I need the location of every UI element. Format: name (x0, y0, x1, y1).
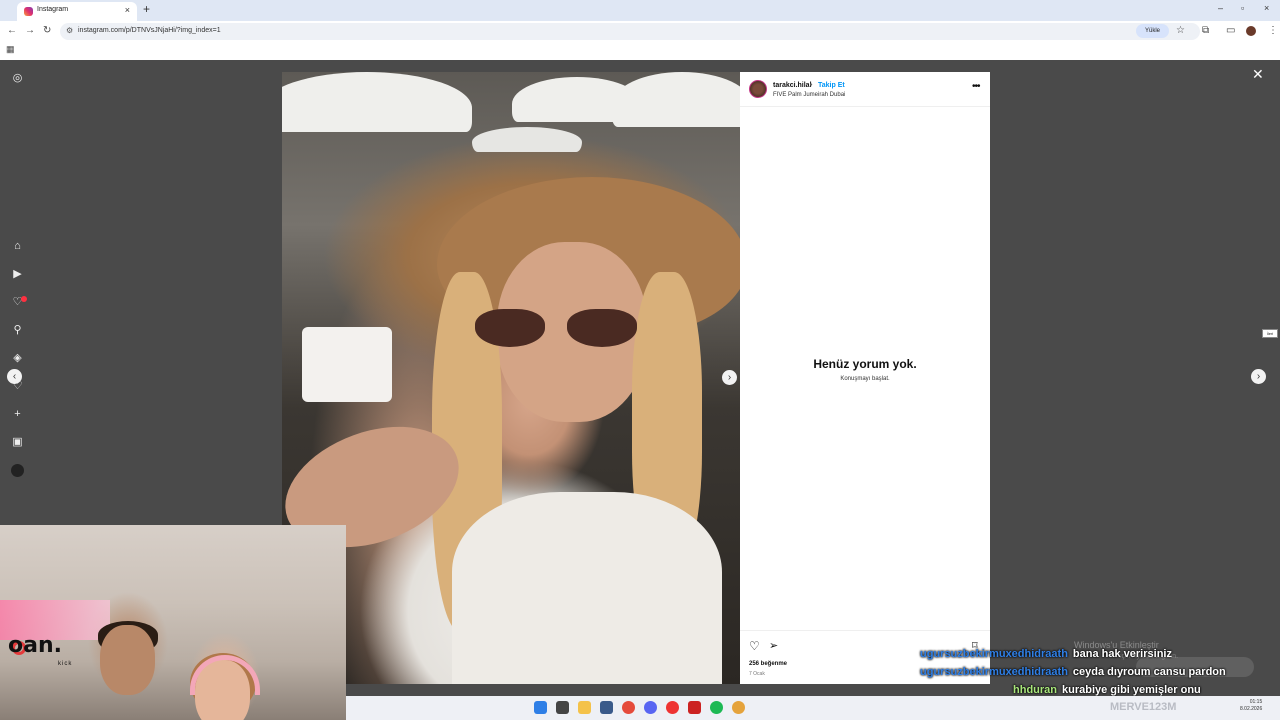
tab-title: Instagram (37, 6, 69, 13)
post-header: tarakci.hilal • Takip Et FIVE Palm Jumei… (740, 72, 990, 107)
site-info-icon[interactable]: ⚙ (66, 26, 73, 35)
share-icon[interactable]: ➢ (769, 639, 778, 652)
chat-message: ugursuzbekirmuxedhidraath ceyda dıyroum c… (920, 666, 1226, 678)
follow-button[interactable]: Takip Et (818, 82, 845, 89)
sidepanel-icon[interactable]: ▭ (1226, 25, 1235, 36)
browser-tab-bar: Instagram × + – ▫ × (0, 0, 1280, 21)
chat-text: kurabiye gibi yemişler onu (1062, 684, 1201, 696)
app-icon[interactable] (600, 701, 613, 714)
close-window-button[interactable]: × (1264, 3, 1269, 13)
clock[interactable]: 01:15 8.02.2026 (1240, 699, 1262, 713)
more-options-icon[interactable]: ••• (972, 81, 980, 92)
next-image-button[interactable]: › (722, 370, 737, 385)
reels-icon[interactable]: ▶ (11, 268, 24, 281)
chat-username: ugursuzbekirmuxedhidraath (920, 666, 1068, 678)
url-field[interactable]: ⚙ instagram.com/p/DTNVsJNjaHi/?img_index… (60, 23, 1200, 40)
bookmarks-bar: ▦ (0, 42, 1280, 60)
search-icon[interactable]: ⚲ (11, 324, 24, 337)
umbrella-shape (282, 72, 472, 132)
extensions-icon[interactable]: ⧉ (1202, 25, 1209, 36)
profile-avatar-icon[interactable] (1246, 26, 1256, 36)
cushion-shape (302, 327, 392, 402)
location-link[interactable]: FIVE Palm Jumeirah Dubai (773, 92, 845, 98)
post-photo (282, 72, 740, 684)
instagram-icon[interactable]: ◎ (11, 72, 24, 85)
username-link[interactable]: tarakci.hilal (773, 82, 812, 89)
chat-text: bana hak verirsiniz (1072, 648, 1172, 660)
umbrella-shape (472, 127, 582, 152)
next-tooltip: İleri (1262, 329, 1278, 338)
minimize-button[interactable]: – (1218, 3, 1223, 13)
maximize-button[interactable]: ▫ (1241, 3, 1244, 13)
tab-close-button[interactable]: × (125, 5, 130, 15)
post-details-panel: tarakci.hilal • Takip Et FIVE Palm Jumei… (740, 72, 990, 684)
notification-badge (21, 296, 27, 302)
discord-icon[interactable] (644, 701, 657, 714)
star-icon[interactable]: ☆ (1176, 25, 1185, 36)
create-icon[interactable]: + (11, 408, 24, 421)
chat-message: hhduran kurabiye gibi yemişler onu (1013, 684, 1201, 696)
task-view-icon[interactable] (556, 701, 569, 714)
stream-logo: oan. (8, 633, 62, 658)
clock-time: 01:15 (1249, 699, 1263, 705)
address-bar-row: ← → ↻ ⚙ instagram.com/p/DTNVsJNjaHi/?img… (0, 21, 1280, 42)
dashboard-icon[interactable]: ▣ (11, 436, 24, 449)
back-icon[interactable]: ← (7, 25, 17, 36)
clock-date: 8.02.2026 (1240, 706, 1263, 712)
like-icon[interactable]: ♡ (749, 639, 760, 653)
post-date: 7 Ocak (749, 671, 765, 677)
chrome-icon[interactable] (732, 701, 745, 714)
instagram-favicon-icon (24, 7, 33, 16)
home-icon[interactable]: ⌂ (11, 240, 24, 253)
app-icon[interactable] (688, 701, 701, 714)
chat-text: ceyda dıyroum cansu pardon (1072, 666, 1226, 678)
apps-grid-icon[interactable]: ▦ (6, 44, 15, 55)
forward-icon[interactable]: → (25, 25, 35, 36)
file-explorer-icon[interactable] (578, 701, 591, 714)
webcam-overlay: oan. kick (0, 525, 346, 720)
no-comments-title: Henüz yorum yok. (813, 357, 917, 371)
app-icon[interactable] (666, 701, 679, 714)
next-post-button[interactable]: › (1251, 369, 1266, 384)
avatar[interactable] (749, 80, 767, 98)
start-icon[interactable] (534, 701, 547, 714)
person-face-shape (100, 625, 155, 695)
start-conversation-text: Konuşmayı başlat. (840, 376, 890, 382)
previous-post-button[interactable]: ‹ (7, 369, 22, 384)
sunglasses-shape (472, 305, 662, 349)
profile-icon[interactable] (11, 464, 24, 477)
explore-icon[interactable]: ◈ (11, 352, 24, 365)
spotify-icon[interactable] (710, 701, 723, 714)
separator-dot: • (810, 82, 813, 89)
top-shape (452, 492, 722, 684)
chat-username: hhduran (1013, 684, 1057, 696)
url-text: instagram.com/p/DTNVsJNjaHi/?img_index=1 (78, 27, 221, 34)
umbrella-shape (612, 72, 740, 127)
new-tab-button[interactable]: + (143, 3, 150, 15)
reload-icon[interactable]: ↻ (43, 25, 51, 36)
stream-username: MERVE123M (1110, 701, 1177, 713)
chat-username: ugursuzbekirmuxedhidraath (920, 648, 1068, 660)
stream-logo-sub: kick (58, 661, 73, 667)
close-modal-icon[interactable]: ✕ (1252, 66, 1264, 83)
chat-message: ugursuzbekirmuxedhidraath bana hak verirs… (920, 648, 1172, 660)
menu-icon[interactable]: ⋮ (1268, 25, 1278, 36)
tab-instagram[interactable]: Instagram × (17, 2, 137, 21)
chrome-icon[interactable] (622, 701, 635, 714)
likes-count[interactable]: 256 beğenme (749, 661, 787, 667)
install-button[interactable]: Yükle (1136, 24, 1169, 38)
